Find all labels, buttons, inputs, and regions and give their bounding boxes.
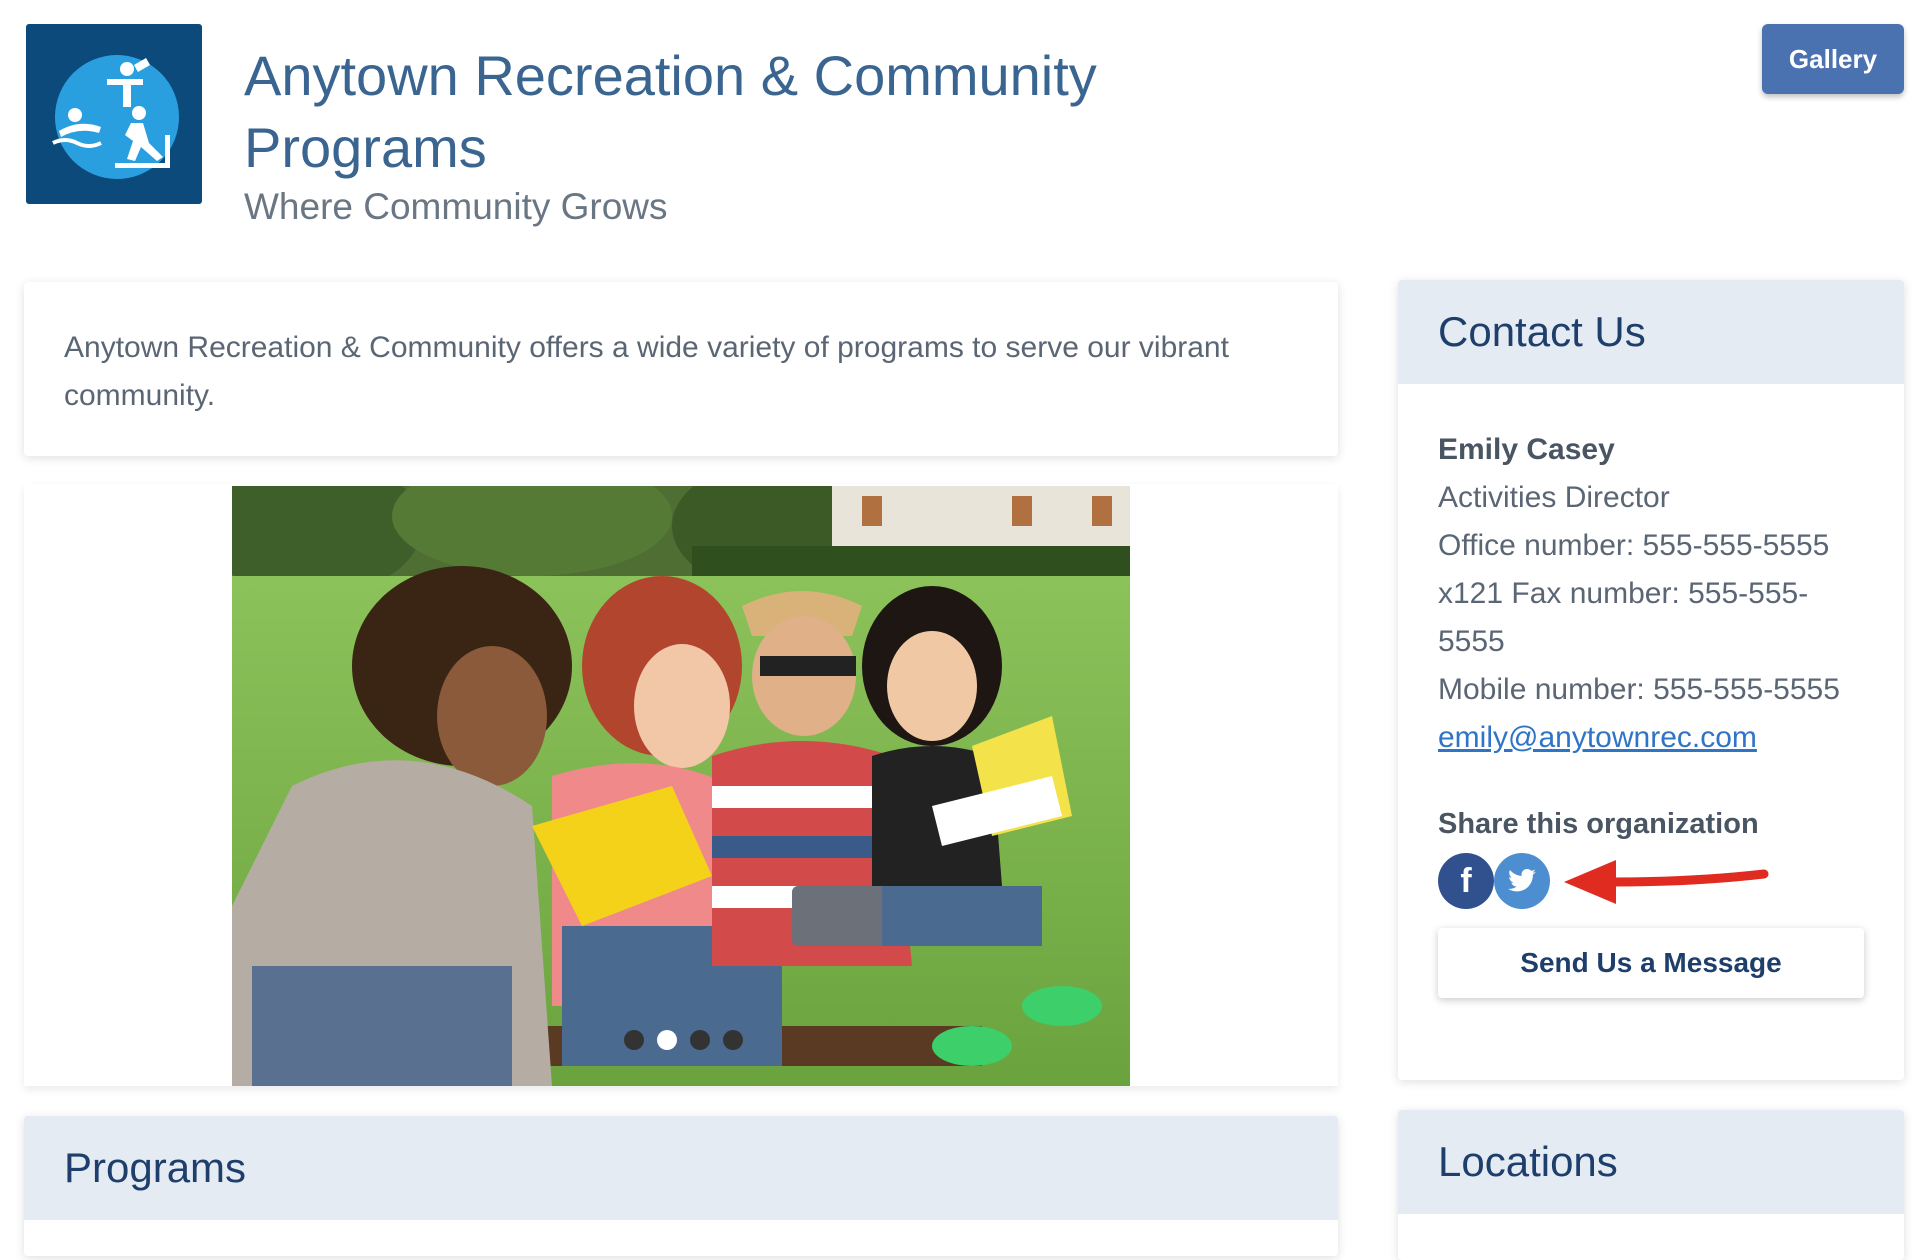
annotation-arrow-icon bbox=[1564, 860, 1769, 904]
locations-heading: Locations bbox=[1398, 1110, 1904, 1214]
students-photo-image bbox=[232, 486, 1130, 1086]
carousel-dot-2[interactable] bbox=[657, 1030, 677, 1050]
contact-role: Activities Director bbox=[1438, 481, 1670, 514]
twitter-icon[interactable] bbox=[1494, 853, 1550, 909]
share-label: Share this organization bbox=[1438, 808, 1759, 840]
contact-body: Emily Casey Activities Director Office n… bbox=[1398, 384, 1904, 998]
facebook-icon[interactable]: f bbox=[1438, 853, 1494, 909]
contact-email-link[interactable]: emily@anytownrec.com bbox=[1438, 721, 1757, 754]
facebook-glyph: f bbox=[1460, 862, 1472, 900]
carousel-dot-3[interactable] bbox=[690, 1030, 710, 1050]
contact-mobile: Mobile number: 555-555-5555 bbox=[1438, 673, 1840, 706]
share-icons: f bbox=[1438, 852, 1864, 910]
image-carousel bbox=[24, 484, 1338, 1086]
contact-card: Contact Us Emily Casey Activities Direct… bbox=[1398, 280, 1904, 1080]
contact-heading: Contact Us bbox=[1398, 280, 1904, 384]
carousel-image bbox=[232, 486, 1130, 1086]
programs-heading: Programs bbox=[24, 1116, 1338, 1220]
recreation-logo-icon bbox=[52, 55, 179, 179]
page-title: Anytown Recreation & Community Programs bbox=[244, 44, 1097, 179]
contact-office-fax: Office number: 555-555-5555 x121 Fax num… bbox=[1438, 529, 1830, 658]
carousel-dot-4[interactable] bbox=[723, 1030, 743, 1050]
carousel-dot-1[interactable] bbox=[624, 1030, 644, 1050]
page-tagline: Where Community Grows bbox=[244, 186, 668, 227]
description-text: Anytown Recreation & Community offers a … bbox=[64, 331, 1229, 412]
description-card: Anytown Recreation & Community offers a … bbox=[24, 282, 1338, 456]
org-logo bbox=[26, 24, 202, 204]
contact-name: Emily Casey bbox=[1438, 433, 1615, 466]
twitter-bird-icon bbox=[1508, 869, 1536, 892]
gallery-button[interactable]: Gallery bbox=[1762, 24, 1904, 94]
programs-card: Programs bbox=[24, 1116, 1338, 1256]
send-message-button[interactable]: Send Us a Message bbox=[1438, 928, 1864, 998]
locations-card: Locations bbox=[1398, 1110, 1904, 1260]
carousel-dots bbox=[624, 1030, 743, 1050]
